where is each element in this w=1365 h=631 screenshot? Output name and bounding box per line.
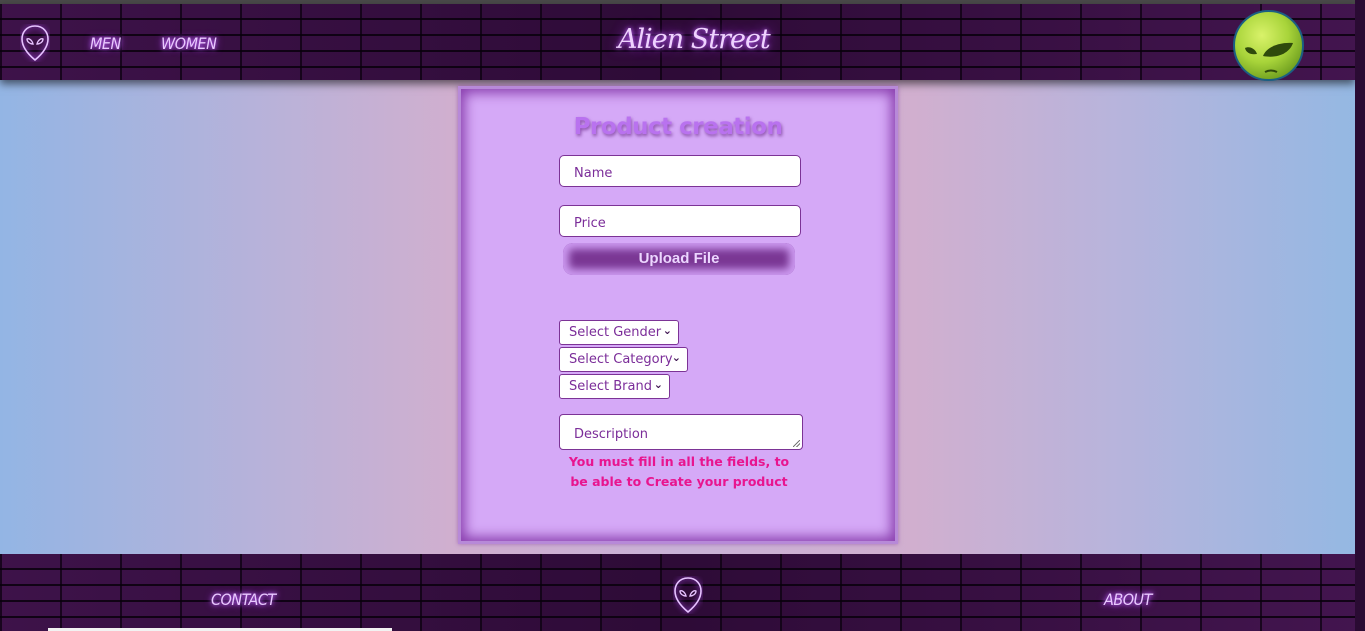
footer-link-about[interactable]: ABOUT <box>1104 590 1152 609</box>
chevron-down-icon: ⌄ <box>671 351 681 364</box>
description-textarea[interactable]: Description <box>559 414 803 450</box>
category-select[interactable]: Select Category ⌄ <box>559 347 688 372</box>
upload-file-button[interactable]: Upload File <box>563 243 795 275</box>
resize-handle-icon[interactable] <box>793 440 800 447</box>
scrollbar-edge <box>1355 0 1365 631</box>
nav-link-women[interactable]: WOMEN <box>161 34 217 53</box>
price-input[interactable]: Price <box>559 205 801 237</box>
alien-face-icon <box>1245 42 1293 73</box>
category-select-label: Select Category <box>569 352 673 367</box>
nav-link-men[interactable]: MEN <box>90 34 121 53</box>
brand-title[interactable]: Alien Street <box>618 24 771 55</box>
brand-select-label: Select Brand <box>569 379 652 394</box>
alien-logo-icon[interactable] <box>20 24 50 62</box>
alien-logo-icon[interactable] <box>673 576 703 614</box>
validation-error-message: You must fill in all the fields, to be a… <box>568 454 790 489</box>
footer-link-contact[interactable]: CONTACT <box>211 590 276 609</box>
alien-avatar[interactable] <box>1233 10 1304 81</box>
top-navbar: MEN WOMEN Alien Street <box>0 4 1355 81</box>
name-input[interactable]: Name <box>559 155 801 187</box>
brand-select[interactable]: Select Brand ⌄ <box>559 374 670 399</box>
gender-select[interactable]: Select Gender ⌄ <box>559 320 679 345</box>
gender-select-label: Select Gender <box>569 325 662 340</box>
form-title: Product creation <box>573 114 783 140</box>
chevron-down-icon: ⌄ <box>662 324 672 337</box>
description-placeholder: Description <box>574 427 649 442</box>
product-creation-card: Product creation Name Price Upload File … <box>458 86 898 544</box>
footer: CONTACT ABOUT <box>0 554 1355 631</box>
chevron-down-icon: ⌄ <box>653 378 663 391</box>
